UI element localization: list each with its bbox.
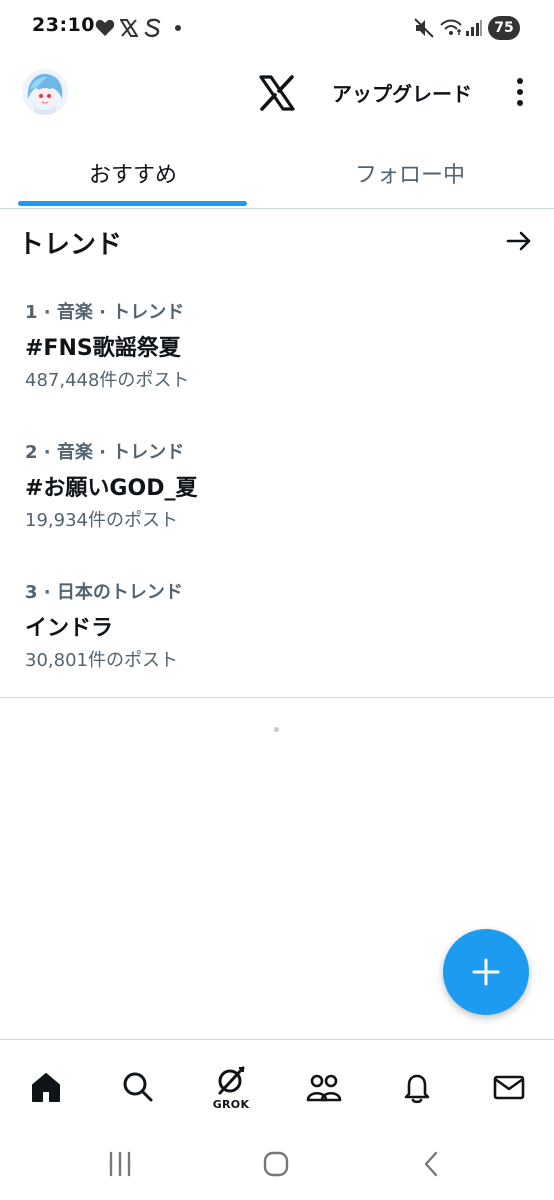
- signal-icon: [464, 16, 484, 40]
- communities-icon[interactable]: [299, 1062, 349, 1112]
- loading-indicator: [274, 727, 279, 732]
- grok-label: GROK: [212, 1098, 250, 1111]
- trend-post-count: 487,448件のポスト: [25, 370, 190, 391]
- trend-post-count: 19,934件のポスト: [25, 510, 178, 531]
- home-button-icon[interactable]: [256, 1146, 296, 1182]
- compose-post-button[interactable]: [443, 929, 529, 1015]
- avatar[interactable]: [22, 69, 68, 115]
- plus-icon: [472, 958, 500, 986]
- trend-name: #お願いGOD_夏: [25, 476, 198, 501]
- trend-name: インドラ: [25, 616, 114, 641]
- bottom-nav: GROK: [0, 1039, 554, 1130]
- active-tab-indicator: [18, 201, 247, 206]
- messages-icon[interactable]: [484, 1062, 534, 1112]
- trend-item[interactable]: 1 · 音楽 · トレンド #FNS歌謡祭夏 487,448件のポスト: [0, 298, 554, 428]
- trend-item[interactable]: 3 · 日本のトレンド インドラ 30,801件のポスト: [0, 578, 554, 708]
- trend-meta: 2 · 音楽 · トレンド: [25, 442, 185, 463]
- back-icon[interactable]: [412, 1146, 452, 1182]
- trends-title: トレンド: [18, 230, 123, 260]
- tab-recommended[interactable]: おすすめ: [0, 138, 266, 208]
- heart-icon: [94, 16, 116, 40]
- home-icon[interactable]: [21, 1062, 71, 1112]
- s-icon: [142, 16, 164, 40]
- mute-icon: [412, 16, 436, 40]
- trend-name: #FNS歌謡祭夏: [25, 336, 181, 361]
- more-options-icon[interactable]: [500, 70, 540, 114]
- battery-icon: 75: [488, 16, 520, 40]
- arrow-right-icon[interactable]: [504, 226, 536, 258]
- app-screen: 23:10 75 アップグレード おすすめ フォロー中 トレンド 1 · 音楽 …: [0, 0, 554, 1200]
- x-icon: [118, 16, 140, 40]
- dot-icon: [172, 16, 184, 40]
- top-app-bar: アップグレード: [0, 58, 554, 128]
- grok-icon[interactable]: GROK: [206, 1062, 256, 1112]
- system-nav-bar: [0, 1130, 554, 1200]
- upgrade-button[interactable]: アップグレード: [318, 74, 486, 110]
- wifi-icon: [438, 16, 464, 40]
- notifications-icon[interactable]: [392, 1062, 442, 1112]
- trend-meta: 1 · 音楽 · トレンド: [25, 302, 185, 323]
- x-logo-icon: [258, 74, 296, 112]
- status-time: 23:10: [32, 14, 95, 36]
- battery-level: 75: [494, 20, 514, 36]
- recent-apps-icon[interactable]: [100, 1146, 140, 1182]
- trend-meta: 3 · 日本のトレンド: [25, 582, 183, 603]
- trends-section: トレンド 1 · 音楽 · トレンド #FNS歌謡祭夏 487,448件のポスト…: [0, 208, 554, 698]
- feed-tabs: おすすめ フォロー中: [0, 138, 554, 209]
- trend-post-count: 30,801件のポスト: [25, 650, 178, 671]
- search-icon[interactable]: [113, 1062, 163, 1112]
- trend-item[interactable]: 2 · 音楽 · トレンド #お願いGOD_夏 19,934件のポスト: [0, 438, 554, 568]
- tab-following[interactable]: フォロー中: [277, 138, 543, 208]
- status-bar: 23:10 75: [0, 0, 554, 58]
